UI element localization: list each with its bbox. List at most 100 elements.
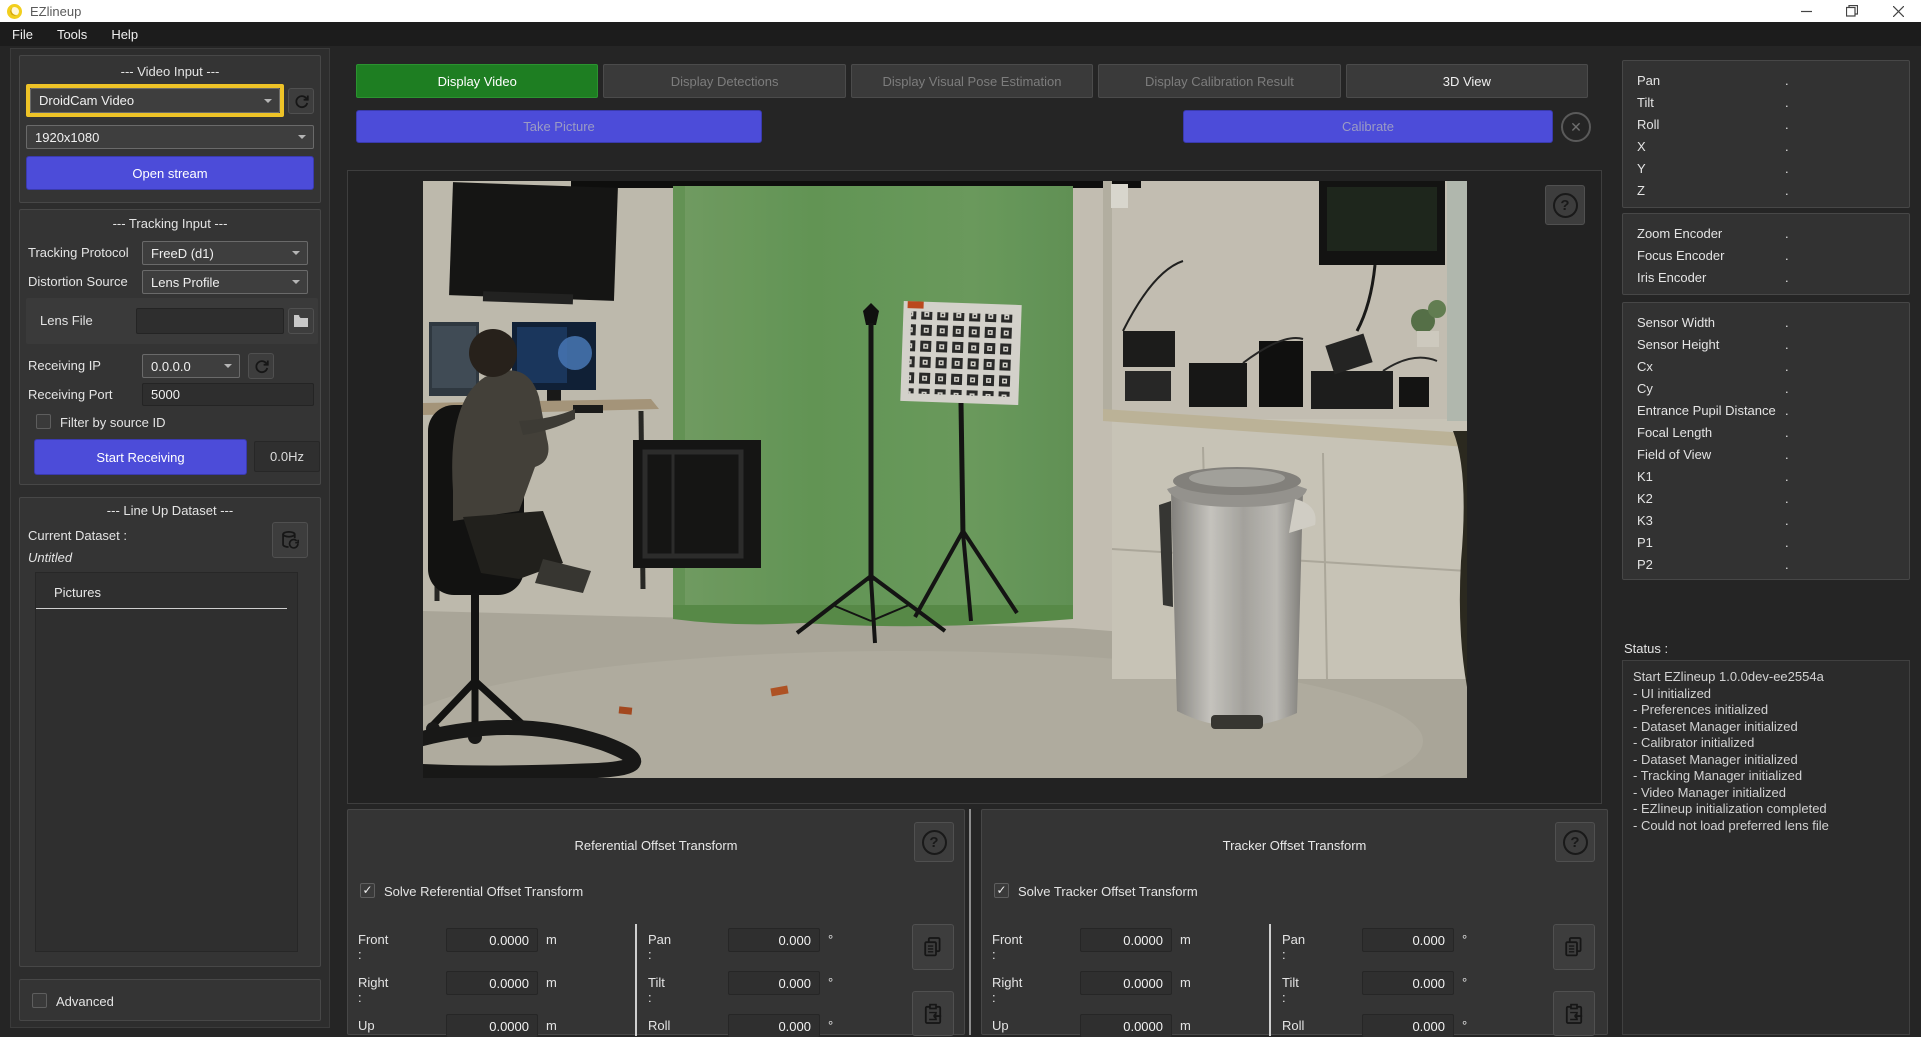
status-log: Start EZlineup 1.0.0dev-ee2554a - UI ini… bbox=[1622, 660, 1910, 1035]
left-sidebar: --- Video Input --- DroidCam Video 1920x… bbox=[10, 48, 330, 1028]
offset-field-unit: m bbox=[546, 975, 557, 990]
tab-display-detections[interactable]: Display Detections bbox=[603, 64, 845, 98]
advanced-group: Advanced bbox=[19, 979, 321, 1021]
menu-tools[interactable]: Tools bbox=[45, 22, 99, 46]
lens-file-input[interactable] bbox=[136, 308, 284, 334]
offset-field-label: Up : bbox=[358, 1018, 375, 1037]
offset-field-input[interactable]: 0.0000 bbox=[446, 928, 538, 952]
reload-dataset-button[interactable] bbox=[272, 522, 308, 558]
refresh-cameras-button[interactable] bbox=[288, 88, 314, 114]
maximize-restore-button[interactable] bbox=[1829, 0, 1875, 22]
copy-offsets-button[interactable] bbox=[1553, 924, 1595, 970]
telemetry-row: Pan . bbox=[1623, 69, 1909, 91]
camera-select[interactable]: DroidCam Video bbox=[30, 88, 280, 113]
paste-offsets-button[interactable] bbox=[912, 991, 954, 1036]
tab-3d-view[interactable]: 3D View bbox=[1346, 64, 1588, 98]
receiving-ip-value: 0.0.0.0 bbox=[151, 359, 191, 374]
pose-telemetry-group: Pan . Tilt . Roll . X . bbox=[1622, 60, 1910, 208]
offset-field-input[interactable]: 0.000 bbox=[1362, 971, 1454, 995]
start-receiving-button[interactable]: Start Receiving bbox=[34, 439, 247, 475]
telemetry-value: . bbox=[1785, 425, 1909, 440]
right-sidebar: Pan . Tilt . Roll . X . bbox=[1620, 55, 1912, 1037]
telemetry-label: Zoom Encoder bbox=[1637, 226, 1785, 241]
telemetry-value: . bbox=[1785, 73, 1909, 88]
take-picture-button[interactable]: Take Picture bbox=[356, 110, 762, 143]
advanced-checkbox[interactable] bbox=[32, 993, 47, 1008]
tracker-help-button[interactable]: ? bbox=[1555, 822, 1595, 862]
titlebar: EZlineup bbox=[0, 0, 1921, 22]
video-input-title: --- Video Input --- bbox=[20, 64, 320, 79]
offset-field-unit: m bbox=[546, 932, 557, 947]
offset-field-input[interactable]: 0.000 bbox=[1362, 1014, 1454, 1037]
offset-field-input[interactable]: 0.000 bbox=[728, 1014, 820, 1037]
telemetry-value: . bbox=[1785, 161, 1909, 176]
telemetry-value: . bbox=[1785, 535, 1909, 550]
telemetry-label: K3 bbox=[1637, 513, 1785, 528]
distortion-source-select[interactable]: Lens Profile bbox=[142, 270, 308, 294]
telemetry-row: Sensor Width . bbox=[1623, 311, 1909, 333]
resolution-select-value: 1920x1080 bbox=[35, 130, 99, 145]
offset-field-unit: m bbox=[1180, 1018, 1191, 1033]
receiving-ip-select[interactable]: 0.0.0.0 bbox=[142, 354, 240, 378]
status-line: - UI initialized bbox=[1633, 686, 1899, 703]
filter-source-checkbox[interactable] bbox=[36, 414, 51, 429]
telemetry-label: Field of View bbox=[1637, 447, 1785, 462]
offset-field-input[interactable]: 0.0000 bbox=[1080, 971, 1172, 995]
offset-field-unit: m bbox=[546, 1018, 557, 1033]
receiving-port-input[interactable]: 5000 bbox=[142, 383, 314, 406]
browse-lens-file-button[interactable] bbox=[288, 308, 314, 334]
telemetry-row: Y . bbox=[1623, 157, 1909, 179]
telemetry-row: K1 . bbox=[1623, 465, 1909, 487]
tracking-input-group: --- Tracking Input --- Tracking Protocol… bbox=[19, 209, 321, 485]
offset-field-label: Right : bbox=[358, 975, 388, 1005]
status-line: - Tracking Manager initialized bbox=[1633, 768, 1899, 785]
telemetry-value: . bbox=[1785, 359, 1909, 374]
offset-field-unit: m bbox=[1180, 975, 1191, 990]
offset-field-input[interactable]: 0.0000 bbox=[446, 1014, 538, 1037]
solve-tracker-checkbox[interactable]: ✓ bbox=[994, 883, 1009, 898]
tab-display-calibration-result[interactable]: Display Calibration Result bbox=[1098, 64, 1340, 98]
offset-field-input[interactable]: 0.000 bbox=[728, 971, 820, 995]
telemetry-value: . bbox=[1785, 226, 1909, 241]
solve-referential-checkbox[interactable]: ✓ bbox=[360, 883, 375, 898]
close-button[interactable] bbox=[1875, 0, 1921, 22]
solve-tracker-label: Solve Tracker Offset Transform bbox=[1018, 884, 1198, 899]
offset-field-input[interactable]: 0.0000 bbox=[1080, 1014, 1172, 1037]
telemetry-row: P2 . bbox=[1623, 553, 1909, 575]
menu-file[interactable]: File bbox=[0, 22, 45, 46]
telemetry-row: Z . bbox=[1623, 179, 1909, 201]
telemetry-row: Entrance Pupil Distance . bbox=[1623, 399, 1909, 421]
tab-display-visual-pose-estimation[interactable]: Display Visual Pose Estimation bbox=[851, 64, 1093, 98]
tab-display-video[interactable]: Display Video bbox=[356, 64, 598, 98]
studio-scene bbox=[423, 181, 1467, 778]
offset-field-input[interactable]: 0.000 bbox=[1362, 928, 1454, 952]
telemetry-label: Sensor Width bbox=[1637, 315, 1785, 330]
offset-field-input[interactable]: 0.0000 bbox=[1080, 928, 1172, 952]
minimize-button[interactable] bbox=[1783, 0, 1829, 22]
offset-field-input[interactable]: 0.000 bbox=[728, 928, 820, 952]
referential-help-button[interactable]: ? bbox=[914, 822, 954, 862]
telemetry-row: Iris Encoder . bbox=[1623, 266, 1909, 288]
open-stream-button[interactable]: Open stream bbox=[26, 156, 314, 190]
refresh-icon bbox=[253, 358, 270, 375]
lens-file-panel: Lens File bbox=[26, 298, 318, 344]
telemetry-value: . bbox=[1785, 183, 1909, 198]
offset-field-input[interactable]: 0.0000 bbox=[446, 971, 538, 995]
resolution-select[interactable]: 1920x1080 bbox=[26, 125, 314, 149]
status-label: Status : bbox=[1624, 641, 1668, 656]
status-line: - Dataset Manager initialized bbox=[1633, 752, 1899, 769]
menu-help[interactable]: Help bbox=[99, 22, 150, 46]
telemetry-row: Field of View . bbox=[1623, 443, 1909, 465]
refresh-icon bbox=[293, 93, 310, 110]
calibrate-button[interactable]: Calibrate bbox=[1183, 110, 1553, 143]
cancel-calibration-button[interactable]: ✕ bbox=[1561, 112, 1591, 142]
paste-offsets-button[interactable] bbox=[1553, 991, 1595, 1036]
refresh-ip-button[interactable] bbox=[248, 353, 274, 379]
receiving-port-label: Receiving Port bbox=[28, 387, 113, 402]
tracking-protocol-select[interactable]: FreeD (d1) bbox=[142, 241, 308, 265]
telemetry-value: . bbox=[1785, 403, 1909, 418]
pictures-list[interactable]: Pictures bbox=[35, 572, 298, 952]
copy-offsets-button[interactable] bbox=[912, 924, 954, 970]
telemetry-value: . bbox=[1785, 557, 1909, 572]
video-help-button[interactable]: ? bbox=[1545, 185, 1585, 225]
